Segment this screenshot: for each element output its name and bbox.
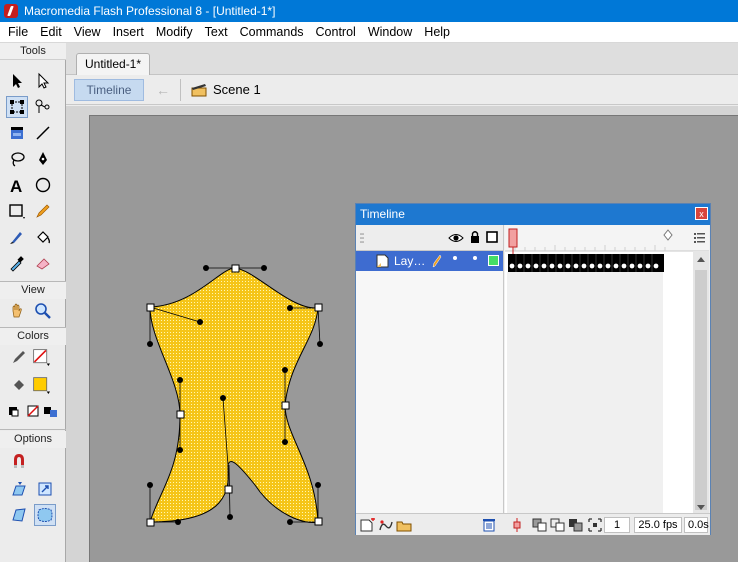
edit-pencil-icon [432,254,442,268]
svg-text:A: A [10,177,22,194]
frame-grid[interactable] [505,225,709,534]
yellow-shape-fill [149,267,319,524]
timeline-title-bar[interactable]: Timeline x [356,204,710,225]
document-tab[interactable]: Untitled-1* [76,53,151,75]
rotate-skew-option-icon[interactable] [8,478,30,500]
text-tool-icon[interactable]: A [6,174,28,196]
visibility-dot[interactable] [453,256,457,260]
colors-heading: Colors [0,328,66,345]
rectangle-tool-icon[interactable] [6,200,28,222]
menu-bar: File Edit View Insert Modify Text Comman… [0,22,738,43]
menu-text[interactable]: Text [199,22,234,43]
window-title: Macromedia Flash Professional 8 - [Untit… [24,4,276,18]
tools-panel: Tools A View Colors Options [0,43,66,562]
free-transform-tool-icon[interactable] [6,96,28,118]
menu-edit[interactable]: Edit [34,22,68,43]
pencil-tool-icon[interactable] [32,200,54,222]
line-tool-icon[interactable] [32,122,54,144]
add-motion-guide-icon[interactable] [378,518,394,532]
layers-header [356,225,503,251]
back-arrow-icon: ← [156,81,170,98]
lock-icon[interactable] [470,230,480,244]
fill-color-swatch[interactable] [30,374,52,396]
timeline-status-bar: 1 25.0 fps 0.0s [356,513,710,535]
edit-bar: Timeline ← Scene 1 [66,75,738,105]
lasso-points-tool-icon[interactable] [32,96,54,118]
outline-icon[interactable] [486,231,498,243]
layer-page-icon [376,254,389,268]
modify-onion-markers-icon[interactable] [588,518,602,532]
layer-name[interactable]: Lay… [394,254,425,268]
tools-heading: Tools [0,43,66,60]
hand-tool-icon[interactable] [6,300,28,322]
envelope-option-icon[interactable] [34,504,56,526]
workspace-gutter [66,106,738,115]
timeline-scroll-thumb[interactable] [695,270,707,510]
menu-file[interactable]: File [2,22,34,43]
menu-modify[interactable]: Modify [150,22,199,43]
snap-to-objects-icon[interactable] [8,450,30,472]
timeline-title: Timeline [360,207,405,221]
eraser-tool-icon[interactable] [32,252,54,274]
menu-insert[interactable]: Insert [107,22,150,43]
pen-tool-icon[interactable] [32,148,54,170]
flash-app-icon [4,4,18,18]
menu-commands[interactable]: Commands [234,22,310,43]
menu-help[interactable]: Help [418,22,456,43]
title-bar: Macromedia Flash Professional 8 - [Untit… [0,0,738,22]
stroke-color-swatch[interactable] [30,346,52,368]
scene-clapper-icon [191,83,207,96]
scale-option-icon[interactable] [34,478,56,500]
layer-row[interactable]: Lay… [356,251,503,271]
layer-outline-color[interactable] [488,255,499,266]
envelope-shape[interactable] [140,260,330,530]
timeline-panel[interactable]: Timeline x Lay… 1 25.0 fps 0.0s [355,203,711,535]
lasso-tool-icon[interactable] [6,148,28,170]
fill-color-bucket-icon [8,374,30,396]
document-tab-bar: Untitled-1* [66,43,738,75]
paint-bucket-tool-icon[interactable] [32,226,54,248]
scene-label[interactable]: Scene 1 [213,82,261,97]
stroke-color-pencil-icon [8,346,30,368]
keyframe-strip[interactable] [508,254,664,272]
elapsed-time-field: 0.0s [684,517,709,533]
menu-view[interactable]: View [68,22,107,43]
tools-divider [0,429,66,430]
frames-pane[interactable] [505,225,709,534]
view-heading: View [0,282,66,299]
oval-tool-icon[interactable] [32,174,54,196]
color-swap-buttons[interactable] [6,400,60,422]
current-frame-field[interactable]: 1 [604,517,630,533]
eye-icon[interactable] [448,232,464,244]
eyedropper-tool-icon[interactable] [6,252,28,274]
playhead[interactable] [508,228,518,248]
subselection-tool-icon[interactable] [32,70,54,92]
onion-skin-icon[interactable] [532,518,548,532]
edit-multiple-frames-icon[interactable] [568,518,584,532]
workspace-gutter [66,106,89,562]
menu-control[interactable]: Control [310,22,362,43]
frame-rate-field[interactable]: 25.0 fps [634,517,682,533]
menu-window[interactable]: Window [362,22,418,43]
distort-option-icon[interactable] [8,504,30,526]
insert-layer-icon[interactable] [360,518,376,532]
lock-dot[interactable] [473,256,477,260]
options-heading: Options [0,431,66,448]
timeline-close-button[interactable]: x [695,207,708,220]
insert-folder-icon[interactable] [396,518,412,532]
brush-tool-icon[interactable] [6,226,28,248]
gradient-transform-tool-icon[interactable] [6,122,28,144]
selection-tool-icon[interactable] [6,70,28,92]
layers-pane: Lay… [356,225,504,534]
trash-icon[interactable] [482,517,496,532]
center-frame-icon[interactable] [512,518,522,532]
timeline-toggle-button[interactable]: Timeline [74,78,144,101]
timeline-menu-icon[interactable] [694,233,705,243]
onion-skin-outlines-icon[interactable] [550,518,566,532]
zoom-tool-icon[interactable] [32,300,54,322]
edit-bar-separator [180,78,181,101]
panel-grip-icon [360,233,364,243]
